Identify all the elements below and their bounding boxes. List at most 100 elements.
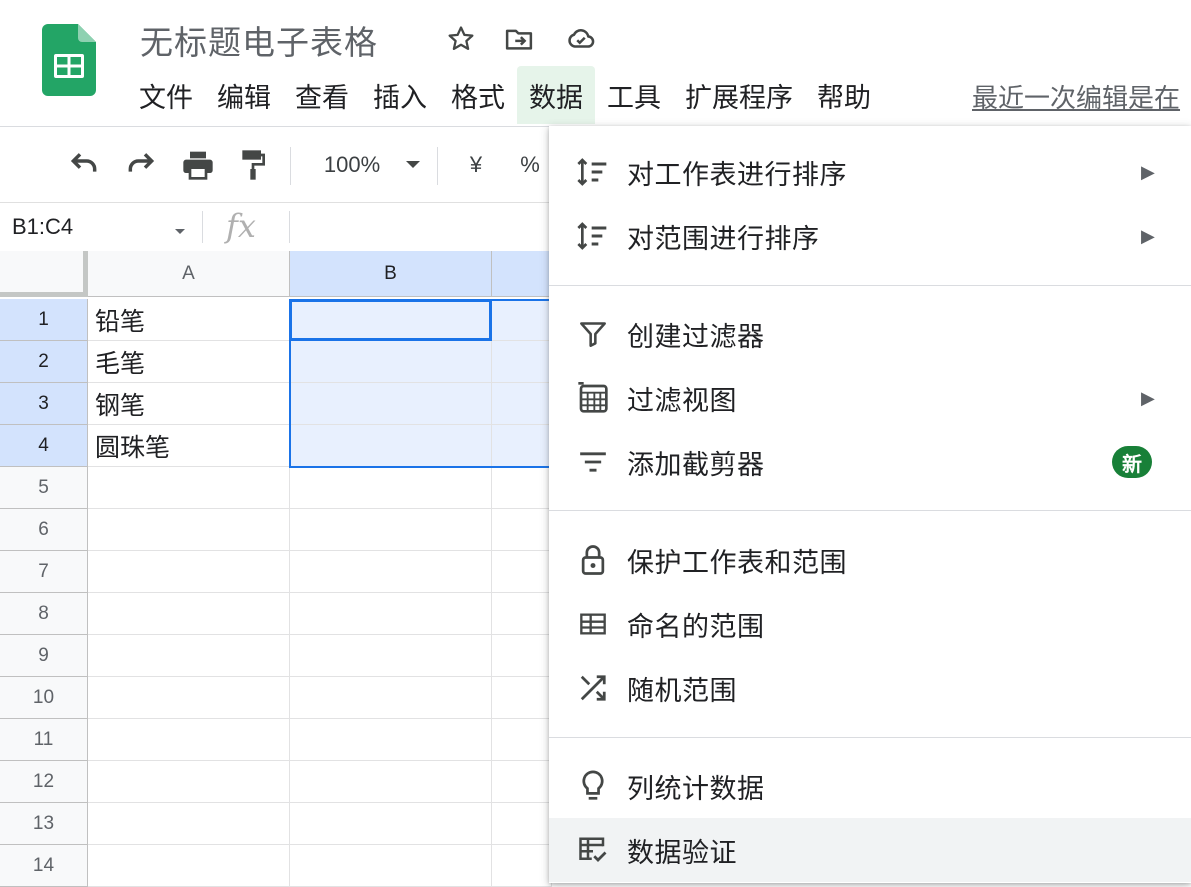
row-header[interactable]: 14: [0, 845, 88, 887]
redo-icon[interactable]: [123, 147, 159, 183]
cell-a[interactable]: [88, 467, 290, 509]
menu-item-label: 数据验证: [627, 837, 737, 868]
currency-format-button[interactable]: ¥: [464, 147, 488, 183]
cell-c[interactable]: [492, 593, 552, 635]
star-icon[interactable]: [444, 22, 478, 56]
cell-c[interactable]: [492, 509, 552, 551]
menu-file[interactable]: 文件: [127, 66, 205, 124]
cell-a[interactable]: [88, 845, 290, 887]
menu-item-sort-range[interactable]: 对范围进行排序 ▶: [549, 204, 1191, 268]
row-header[interactable]: 7: [0, 551, 88, 593]
row-header[interactable]: 9: [0, 635, 88, 677]
cell-c[interactable]: [492, 383, 552, 425]
row-header[interactable]: 6: [0, 509, 88, 551]
menu-insert[interactable]: 插入: [361, 66, 439, 124]
submenu-arrow-icon: ▶: [1141, 161, 1155, 182]
menu-item-sort-sheet[interactable]: 对工作表进行排序 ▶: [549, 140, 1191, 204]
cell-b[interactable]: [290, 719, 492, 761]
cell-a[interactable]: [88, 761, 290, 803]
percent-format-button[interactable]: %: [518, 147, 542, 183]
menu-item-add-slicer[interactable]: 添加截剪器 新: [549, 430, 1191, 494]
menu-tools[interactable]: 工具: [595, 66, 673, 124]
zoom-dropdown-icon[interactable]: [402, 147, 424, 183]
cell-b[interactable]: [290, 551, 492, 593]
cell-b[interactable]: [290, 677, 492, 719]
sheets-logo-icon[interactable]: [42, 24, 96, 96]
cell-c[interactable]: [492, 551, 552, 593]
menu-data[interactable]: 数据: [517, 66, 595, 124]
menu-item-column-stats[interactable]: 列统计数据: [549, 754, 1191, 818]
cloud-saved-icon[interactable]: [564, 22, 598, 56]
row-header[interactable]: 12: [0, 761, 88, 803]
cell-b[interactable]: [290, 383, 492, 425]
cell-c[interactable]: [492, 719, 552, 761]
cell-c[interactable]: [492, 467, 552, 509]
cell-a[interactable]: 毛笔: [88, 341, 290, 383]
column-header-b[interactable]: B: [290, 251, 492, 297]
cell-a[interactable]: [88, 593, 290, 635]
row-header[interactable]: 2: [0, 341, 88, 383]
row-header[interactable]: 1: [0, 299, 88, 341]
menu-item-filter-views[interactable]: 过滤视图 ▶: [549, 366, 1191, 430]
cell-a[interactable]: 圆珠笔: [88, 425, 290, 467]
move-to-folder-icon[interactable]: [502, 22, 536, 56]
toolbar-divider: [437, 147, 438, 185]
name-box-dropdown-icon[interactable]: [174, 223, 186, 241]
cell-b[interactable]: [290, 593, 492, 635]
select-all-corner[interactable]: [0, 251, 88, 297]
cell-b[interactable]: [290, 803, 492, 845]
cell-b[interactable]: [290, 341, 492, 383]
menu-edit[interactable]: 编辑: [205, 66, 283, 124]
last-edit-link[interactable]: 最近一次编辑是在: [972, 78, 1180, 115]
cell-c[interactable]: [492, 677, 552, 719]
cell-a[interactable]: 铅笔: [88, 299, 290, 341]
menu-item-create-filter[interactable]: 创建过滤器: [549, 302, 1191, 366]
menu-item-data-validation[interactable]: 数据验证: [549, 818, 1191, 882]
cell-c[interactable]: [492, 803, 552, 845]
cell-c[interactable]: [492, 845, 552, 887]
cell-a[interactable]: [88, 677, 290, 719]
cell-b[interactable]: [290, 467, 492, 509]
row-header[interactable]: 11: [0, 719, 88, 761]
cell-a[interactable]: 钢笔: [88, 383, 290, 425]
cell-c[interactable]: [492, 299, 552, 341]
row-header[interactable]: 4: [0, 425, 88, 467]
menu-item-label: 命名的范围: [627, 611, 765, 642]
menu-help[interactable]: 帮助: [805, 66, 883, 124]
menu-item-protect-sheets[interactable]: 保护工作表和范围: [549, 528, 1191, 592]
column-header-c[interactable]: [492, 251, 552, 297]
formula-divider: [289, 211, 290, 243]
cell-b[interactable]: [290, 299, 492, 341]
cell-c[interactable]: [492, 341, 552, 383]
cell-b[interactable]: [290, 635, 492, 677]
print-icon[interactable]: [180, 147, 216, 183]
document-title[interactable]: 无标题电子表格: [140, 16, 378, 64]
row-header[interactable]: 13: [0, 803, 88, 845]
cell-a[interactable]: [88, 509, 290, 551]
cell-a[interactable]: [88, 635, 290, 677]
row-header[interactable]: 8: [0, 593, 88, 635]
column-header-a[interactable]: A: [88, 251, 290, 297]
cell-b[interactable]: [290, 845, 492, 887]
cell-a[interactable]: [88, 719, 290, 761]
undo-icon[interactable]: [66, 147, 102, 183]
row-header[interactable]: 3: [0, 383, 88, 425]
cell-c[interactable]: [492, 761, 552, 803]
menu-format[interactable]: 格式: [439, 66, 517, 124]
cell-b[interactable]: [290, 761, 492, 803]
menu-view[interactable]: 查看: [283, 66, 361, 124]
row-header[interactable]: 5: [0, 467, 88, 509]
menu-item-named-ranges[interactable]: 命名的范围: [549, 592, 1191, 656]
cell-c[interactable]: [492, 425, 552, 467]
menu-item-randomize-range[interactable]: 随机范围: [549, 656, 1191, 720]
menu-extensions[interactable]: 扩展程序: [673, 66, 805, 124]
row-header[interactable]: 10: [0, 677, 88, 719]
cell-c[interactable]: [492, 635, 552, 677]
zoom-select[interactable]: 100%: [320, 147, 384, 183]
paint-format-icon[interactable]: [238, 147, 268, 183]
cell-a[interactable]: [88, 551, 290, 593]
cell-b[interactable]: [290, 509, 492, 551]
cell-b[interactable]: [290, 425, 492, 467]
cell-a[interactable]: [88, 803, 290, 845]
name-box[interactable]: B1:C4: [12, 214, 73, 240]
